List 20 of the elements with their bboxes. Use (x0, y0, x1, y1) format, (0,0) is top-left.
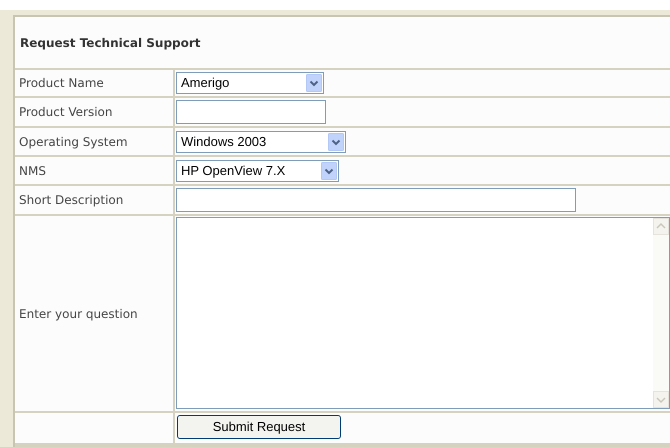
field-label: NMS (19, 162, 46, 180)
scrollbar[interactable] (653, 218, 669, 408)
dropdown[interactable]: HP OpenView 7.X (176, 160, 339, 182)
field-label: Operating System (19, 134, 128, 150)
dropdown[interactable]: Windows 2003 (176, 130, 346, 152)
scroll-down-icon[interactable] (653, 391, 669, 408)
submit-button[interactable]: Submit Request (177, 415, 341, 439)
chevron-down-icon (321, 162, 337, 180)
form-title: Request Technical Support (20, 34, 201, 52)
chevron-down-icon (328, 132, 344, 150)
input-field[interactable] (176, 188, 576, 212)
field-label: Short Description (19, 192, 124, 209)
field-label: Product Version (19, 104, 113, 121)
input-field[interactable] (176, 100, 326, 124)
chevron-down-icon (306, 74, 322, 92)
scroll-up-icon[interactable] (653, 218, 669, 235)
field-label: Product Name (19, 75, 104, 92)
dropdown[interactable]: Amerigo (176, 72, 324, 94)
text-area[interactable] (176, 217, 670, 409)
field-label: Enter your question (19, 306, 138, 322)
